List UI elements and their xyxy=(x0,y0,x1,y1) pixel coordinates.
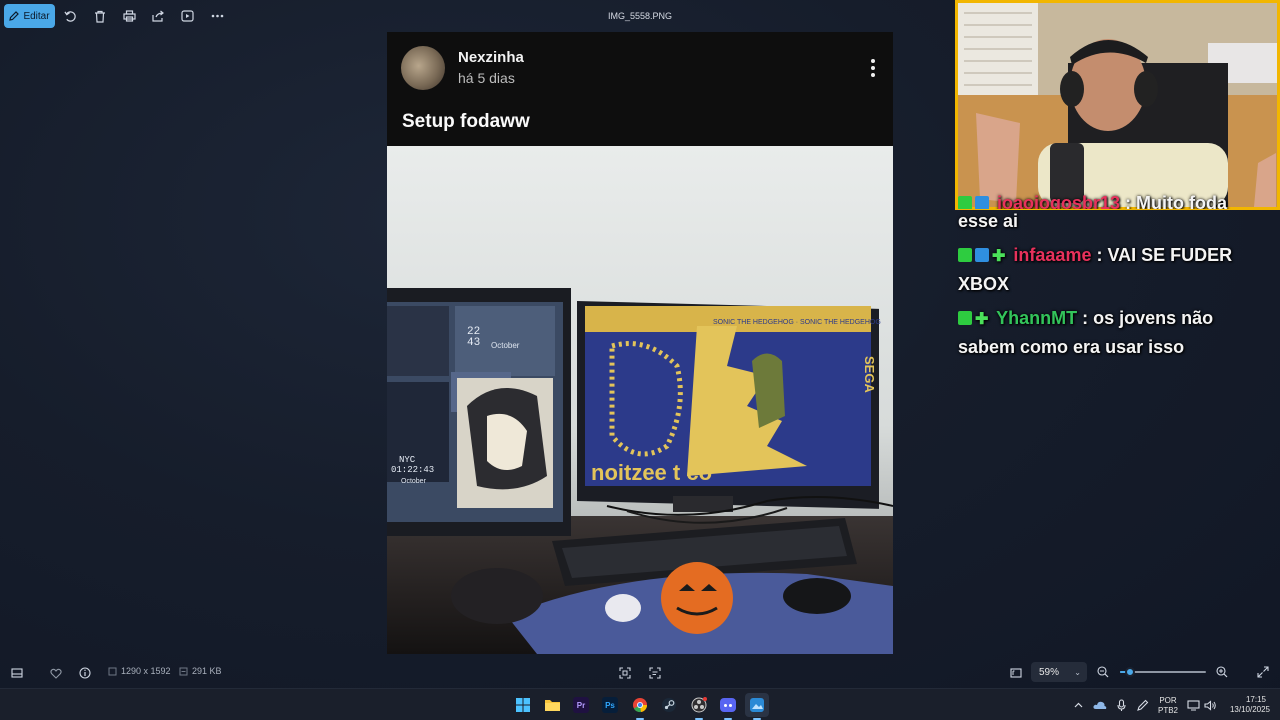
display-icon[interactable] xyxy=(1185,697,1201,713)
post-username: Nexzinha xyxy=(458,49,524,66)
filmstrip-icon[interactable] xyxy=(9,665,25,681)
chat-text: esse ai xyxy=(958,211,1019,231)
taskbar: Pr Ps POR PTB2 17:15 13/10/2025 xyxy=(0,688,1280,720)
chat-message: ✚ YhannMT : os jovens não sabem como era… xyxy=(958,304,1273,362)
file-explorer-icon[interactable] xyxy=(540,693,564,717)
zoom-in-icon[interactable] xyxy=(1214,664,1230,680)
kick-badge-icon xyxy=(958,311,972,325)
chat-overlay: joaojogosbr13 : Muito foda esse ai ✚ inf… xyxy=(958,193,1273,362)
clock-date: 13/10/2025 xyxy=(1229,705,1270,714)
webcam-feed xyxy=(958,3,1277,207)
chat-message: joaojogosbr13 : Muito foda xyxy=(958,189,1273,209)
more-vertical-icon xyxy=(871,59,875,77)
window-title: IMG_5558.PNG xyxy=(607,11,673,21)
zoom-value: 59% xyxy=(1039,666,1060,678)
edit-pen-icon xyxy=(9,11,20,21)
post-photo: 22 43 October NYC 01:22:43 October SONIC T… xyxy=(387,146,893,654)
webcam-overlay xyxy=(955,0,1280,210)
plus-badge-icon: ✚ xyxy=(975,311,989,328)
right-monitor: SONIC THE HEDGEHOG · SONIC THE HEDGEHOG … xyxy=(577,300,881,512)
more-icon[interactable] xyxy=(209,8,225,24)
file-size-text: 291 KB xyxy=(192,666,222,676)
post-card: Nexzinha há 5 dias Setup fodaww 22 43 Oct… xyxy=(387,32,893,654)
windows-start-icon[interactable] xyxy=(511,693,535,717)
photo-bottom-text: noitzee t co xyxy=(591,460,712,485)
chevron-down-icon: ⌄ xyxy=(1074,667,1081,677)
share-icon[interactable] xyxy=(150,8,166,24)
chrome-icon[interactable] xyxy=(628,693,652,720)
zoom-slider[interactable] xyxy=(1120,667,1206,677)
prime-badge-icon xyxy=(975,248,989,262)
premiere-pro-icon[interactable]: Pr xyxy=(569,693,593,717)
image-dimensions: 1290 x 1592 xyxy=(108,666,171,676)
microphone-icon[interactable] xyxy=(1113,697,1129,713)
zoom-out-icon[interactable] xyxy=(1095,664,1111,680)
chat-username: infaaame xyxy=(1013,245,1092,265)
dimensions-text: 1290 x 1592 xyxy=(121,666,171,676)
onedrive-icon[interactable] xyxy=(1092,697,1108,713)
post-time: há 5 dias xyxy=(458,70,515,86)
actual-size-icon[interactable] xyxy=(1008,665,1024,681)
edit-button-label: Editar xyxy=(23,10,50,22)
photo-month-2: October xyxy=(401,478,427,485)
clock-time: 17:15 xyxy=(1245,695,1266,704)
info-icon[interactable] xyxy=(77,665,93,681)
steam-icon[interactable] xyxy=(657,693,681,717)
edit-button[interactable]: Editar xyxy=(4,4,55,28)
photo-side-text: SEGA xyxy=(862,356,877,393)
status-bar: 1290 x 1592 291 KB xyxy=(0,660,1280,686)
obs-icon[interactable] xyxy=(687,693,711,720)
discord-icon[interactable] xyxy=(716,693,740,720)
photo-month: October xyxy=(491,341,520,350)
photos-icon[interactable] xyxy=(745,693,769,720)
chat-username: YhannMT xyxy=(996,308,1078,328)
photoshop-icon[interactable]: Ps xyxy=(598,693,622,717)
text-extract-icon[interactable] xyxy=(647,665,663,681)
chevron-up-icon[interactable] xyxy=(1070,697,1086,713)
photo-clock: 22 43 xyxy=(467,326,480,349)
kick-badge-icon xyxy=(958,248,972,262)
print-icon[interactable] xyxy=(121,8,137,24)
fullscreen-icon[interactable] xyxy=(1255,664,1271,680)
rotate-icon[interactable] xyxy=(62,8,78,24)
chat-message: esse ai xyxy=(958,207,1273,236)
file-size-icon xyxy=(179,667,188,675)
fit-to-window-icon[interactable] xyxy=(617,665,633,681)
dimensions-icon xyxy=(108,667,117,675)
slideshow-icon[interactable] xyxy=(179,8,195,24)
zoom-thumb[interactable] xyxy=(1125,667,1136,677)
file-size: 291 KB xyxy=(179,666,222,676)
left-monitor: 22 43 October NYC 01:22:43 October xyxy=(387,288,571,536)
plus-badge-icon: ✚ xyxy=(992,248,1006,265)
keyboard-layout: PTB2 xyxy=(1157,706,1178,715)
clock[interactable]: 17:15 13/10/2025 xyxy=(1222,695,1272,715)
chat-message: ✚ infaaame : VAI SE FUDER XBOX xyxy=(958,241,1273,299)
post-caption: Setup fodaww xyxy=(402,111,530,132)
volume-icon[interactable] xyxy=(1202,697,1218,713)
pen-icon[interactable] xyxy=(1135,697,1151,713)
favorite-icon[interactable] xyxy=(48,665,64,681)
delete-icon[interactable] xyxy=(92,8,108,24)
photo-banner: SONIC THE HEDGEHOG · SONIC THE HEDGEHOG xyxy=(713,319,881,326)
language-indicator[interactable]: POR PTB2 xyxy=(1156,696,1180,716)
chat-text: : Muito foda xyxy=(1125,193,1228,209)
zoom-select[interactable]: 59% ⌄ xyxy=(1031,662,1087,682)
avatar xyxy=(401,46,445,90)
language-code: POR xyxy=(1159,696,1177,705)
